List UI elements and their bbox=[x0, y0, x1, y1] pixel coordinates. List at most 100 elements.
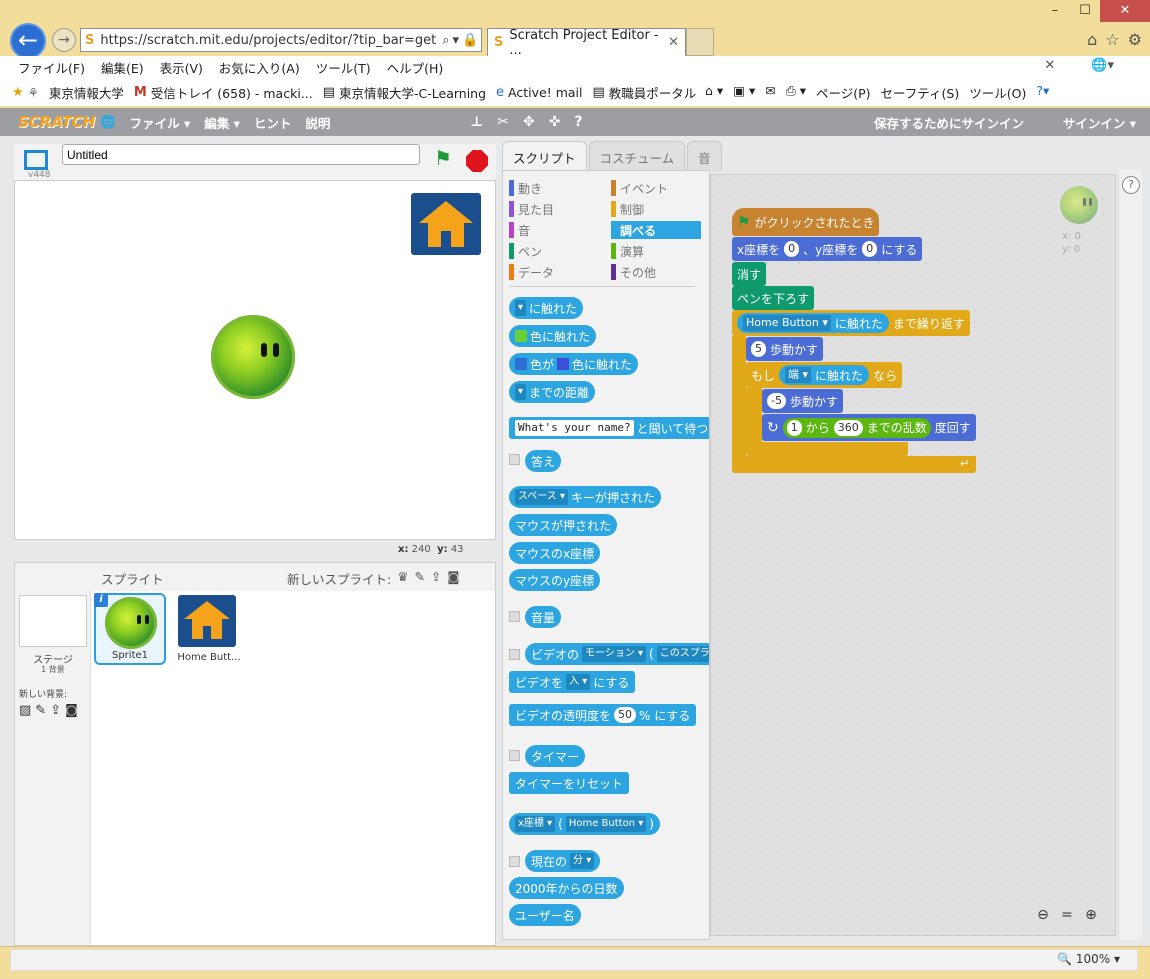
block-timer[interactable]: タイマー bbox=[525, 745, 586, 767]
category-motion[interactable]: 動き bbox=[509, 179, 599, 197]
sign-in-to-save-link[interactable]: 保存するためにサインイン bbox=[874, 113, 1024, 132]
touching-condition[interactable]: Home Button ▾ に触れた bbox=[737, 313, 889, 333]
browser-zoom-level[interactable]: 🔍 100% ▾ bbox=[1057, 952, 1120, 966]
category-sound[interactable]: 音 bbox=[509, 221, 599, 239]
script-move-back[interactable]: -5 歩動かす bbox=[762, 389, 843, 413]
delete-scissors-icon[interactable]: ✂ bbox=[497, 114, 509, 130]
maximize-button[interactable]: ☐ bbox=[1070, 0, 1100, 22]
tab-sounds[interactable]: 音 bbox=[687, 141, 722, 171]
duplicate-stamp-icon[interactable]: ⊥ bbox=[470, 114, 483, 130]
close-window-button[interactable]: ✕ bbox=[1100, 0, 1150, 22]
block-distance-to[interactable]: ▾ までの距離 bbox=[509, 381, 596, 403]
tools-menu[interactable]: ツール(O) bbox=[969, 83, 1026, 102]
category-data[interactable]: データ bbox=[509, 263, 599, 281]
category-events[interactable]: イベント bbox=[611, 179, 701, 197]
stop-sign-icon[interactable] bbox=[466, 150, 488, 172]
mail-icon[interactable]: ✉ bbox=[765, 83, 775, 102]
upload-icon[interactable]: ⇪ bbox=[50, 703, 61, 718]
favorites-star-icon[interactable]: ☆ bbox=[1105, 30, 1119, 49]
rss-icon[interactable]: ▣ ▾ bbox=[733, 83, 755, 102]
grow-icon[interactable]: ✥ bbox=[523, 114, 535, 130]
answer-checkbox[interactable] bbox=[509, 454, 520, 465]
translate-icon[interactable]: 🌐▾ bbox=[1091, 58, 1114, 73]
home-icon[interactable]: ⌂ ▾ bbox=[705, 83, 723, 102]
block-loudness[interactable]: 音量 bbox=[525, 606, 562, 628]
script-go-to-xy[interactable]: x座標を 0 、y座標を 0 にする bbox=[732, 237, 923, 261]
browser-tab[interactable]: S Scratch Project Editor - ... ✕ bbox=[487, 28, 686, 58]
camera-icon[interactable]: ◙ bbox=[447, 569, 459, 588]
home-button-sprite[interactable] bbox=[411, 193, 481, 255]
scratch-logo[interactable]: SCRATCH bbox=[18, 113, 95, 131]
help-icon[interactable]: ?▾ bbox=[1036, 83, 1049, 102]
loudness-checkbox[interactable] bbox=[509, 611, 520, 622]
back-button[interactable]: ← bbox=[10, 23, 46, 59]
scratch-menu-file[interactable]: ファイル ▾ bbox=[130, 113, 191, 132]
menu-edit[interactable]: 編集(E) bbox=[101, 58, 144, 77]
block-mouse-down[interactable]: マウスが押された bbox=[509, 514, 618, 536]
category-operators[interactable]: 演算 bbox=[611, 242, 701, 260]
address-icons[interactable]: ⌕▾🔒C bbox=[436, 33, 481, 48]
block-reset-timer[interactable]: タイマーをリセット bbox=[509, 772, 630, 794]
block-current-time[interactable]: 現在の分 ▾ bbox=[525, 850, 601, 872]
menu-view[interactable]: 表示(V) bbox=[160, 58, 203, 77]
page-menu[interactable]: ページ(P) bbox=[816, 83, 871, 102]
script-if-then[interactable]: もし 端 ▾ に触れた なら bbox=[746, 362, 903, 388]
safety-menu[interactable]: セーフティ(S) bbox=[881, 83, 960, 102]
upload-icon[interactable]: ⇪ bbox=[431, 569, 441, 588]
script-pen-clear[interactable]: 消す bbox=[732, 262, 767, 286]
ball-sprite[interactable] bbox=[211, 315, 295, 399]
block-ask-and-wait[interactable]: What's your name? と聞いて待つ bbox=[509, 417, 709, 439]
block-video-transparency[interactable]: ビデオの透明度を 50% にする bbox=[509, 704, 697, 726]
timer-checkbox[interactable] bbox=[509, 750, 520, 761]
menu-favorites[interactable]: お気に入り(A) bbox=[219, 58, 300, 77]
language-icon[interactable]: 🌐 bbox=[100, 114, 116, 130]
settings-gear-icon[interactable]: ⚙ bbox=[1128, 30, 1142, 49]
tab-close-icon[interactable]: ✕ bbox=[668, 35, 679, 50]
zoom-out-icon[interactable]: ⊖ bbox=[1034, 906, 1052, 924]
block-mouse-y[interactable]: マウスのy座標 bbox=[509, 569, 601, 591]
home-icon[interactable]: ⌂ bbox=[1087, 30, 1097, 49]
fav-link[interactable]: ▤ 東京情報大学-C-Learning bbox=[323, 83, 486, 102]
category-control[interactable]: 制御 bbox=[611, 200, 701, 218]
fav-link[interactable]: e Active! mail bbox=[496, 85, 582, 100]
scratch-menu-tips[interactable]: ヒント bbox=[254, 113, 292, 132]
block-answer[interactable]: 答え bbox=[525, 450, 562, 472]
video-checkbox[interactable] bbox=[509, 649, 520, 660]
stage-selector[interactable]: ステージ 1 背景 新しい背景: ▨ ✎ ⇪ ◙ bbox=[15, 591, 91, 945]
info-icon[interactable]: i bbox=[94, 593, 108, 607]
menu-tools[interactable]: ツール(T) bbox=[316, 58, 371, 77]
tab-scripts[interactable]: スクリプト bbox=[502, 141, 587, 171]
zoom-reset-icon[interactable]: = bbox=[1058, 906, 1076, 924]
tab-costumes[interactable]: コスチューム bbox=[588, 141, 686, 171]
script-scrollbar[interactable] bbox=[1118, 170, 1142, 940]
script-when-flag-clicked[interactable]: ⚑ がクリックされたとき bbox=[732, 208, 880, 236]
block-key-pressed[interactable]: スペース ▾ キーが押された bbox=[509, 486, 662, 508]
sprite-library-icon[interactable]: ♛ bbox=[397, 569, 408, 588]
camera-icon[interactable]: ◙ bbox=[65, 703, 78, 718]
block-video-sensing[interactable]: ビデオの モーション ▾(このスプラ bbox=[525, 643, 709, 665]
print-icon[interactable]: ⎙ ▾ bbox=[786, 83, 806, 102]
fullscreen-icon[interactable] bbox=[24, 150, 48, 170]
category-looks[interactable]: 見た目 bbox=[509, 200, 599, 218]
close-menu-icon[interactable]: ✕ bbox=[1044, 58, 1055, 73]
pick-random-operator[interactable]: 1 から 360 までの乱数 bbox=[782, 417, 931, 438]
script-turn-random[interactable]: ↻ 1 から 360 までの乱数 度回す bbox=[762, 414, 976, 441]
block-color-touching-color[interactable]: 色が 色に触れた bbox=[509, 353, 639, 375]
touching-edge-condition[interactable]: 端 ▾ に触れた bbox=[779, 365, 870, 385]
paint-brush-icon[interactable]: ✎ bbox=[414, 569, 424, 588]
script-move-steps[interactable]: 5 歩動かす bbox=[746, 337, 824, 361]
menu-help[interactable]: ヘルプ(H) bbox=[387, 58, 444, 77]
category-sensing[interactable]: 調べる bbox=[611, 221, 701, 239]
address-bar[interactable]: S https://scratch.mit.edu/projects/edito… bbox=[80, 28, 482, 52]
forward-button[interactable]: → bbox=[52, 28, 76, 52]
stage-thumbnail[interactable] bbox=[19, 595, 87, 647]
new-tab-button[interactable] bbox=[686, 28, 714, 56]
favorites-star-icon[interactable]: ★ ⚘ bbox=[12, 85, 39, 100]
block-attribute-of[interactable]: x座標 ▾(Home Button ▾) bbox=[509, 813, 660, 835]
current-checkbox[interactable] bbox=[509, 856, 520, 867]
block-touching-color[interactable]: 色に触れた bbox=[509, 325, 597, 347]
sprite-thumb-home-button[interactable]: Home Butt... bbox=[173, 593, 245, 665]
green-flag-icon[interactable]: ⚑ bbox=[434, 146, 452, 170]
block-username[interactable]: ユーザー名 bbox=[509, 904, 581, 926]
scratch-menu-edit[interactable]: 編集 ▾ bbox=[204, 113, 240, 132]
